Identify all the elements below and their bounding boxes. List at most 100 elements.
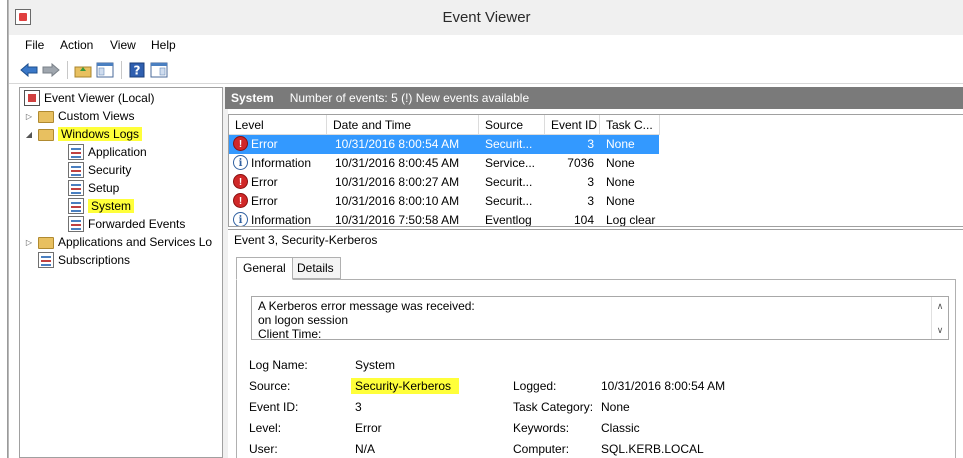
console-tree: Event Viewer (Local) ▷ Custom Views ◢ Wi… [19,87,223,458]
tree-item-forwarded-events[interactable]: Forwarded Events [68,215,185,233]
event-viewer-icon [24,90,40,106]
menu-action[interactable]: Action [60,38,93,52]
tab-details[interactable]: Details [290,257,341,279]
level-label: Level: [249,421,282,435]
general-tab-body: A Kerberos error message was received: o… [236,279,956,458]
error-icon: ! [233,136,248,151]
help-button[interactable]: ? [127,60,147,80]
column-header-task-category[interactable]: Task C... [600,115,660,135]
information-icon: i [233,212,248,226]
show-hide-tree-button[interactable] [95,60,115,80]
task-category-label: Task Category: [513,400,594,414]
message-line: on logon session [258,313,349,327]
event-level: Information [251,156,312,170]
message-line: A Kerberos error message was received: [258,299,475,313]
tree-item-windows-logs[interactable]: ◢ Windows Logs [24,125,143,143]
action-pane-button[interactable] [149,60,169,80]
event-datetime: 10/31/2016 8:00:54 AM [335,137,460,151]
keywords-label: Keywords: [513,421,570,435]
event-source: Securit... [485,194,533,208]
message-line: Client Time: [258,327,322,340]
tree-item-system[interactable]: System [68,197,135,215]
information-icon: i [233,155,248,170]
tree-item-security[interactable]: Security [68,161,131,179]
error-icon: ! [233,193,248,208]
tree-item-root[interactable]: Event Viewer (Local) [24,89,155,107]
tree-item-label: Setup [88,181,120,195]
column-header-event-id[interactable]: Event ID [545,115,600,135]
table-row[interactable]: i Information 10/31/2016 8:00:45 AM Serv… [229,154,659,173]
event-id-value: 3 [355,400,362,414]
event-id: 3 [587,137,594,151]
action-pane-icon [150,62,168,78]
tree-item-custom-views[interactable]: ▷ Custom Views [24,107,134,125]
logged-label: Logged: [513,379,557,393]
back-button[interactable] [19,60,39,80]
event-level: Error [251,194,278,208]
column-header-date-time[interactable]: Date and Time [327,115,479,135]
tree-item-apps-services[interactable]: ▷ Applications and Services Lo [24,233,212,251]
log-header: System Number of events: 5 (!) New event… [225,87,963,109]
up-folder-button[interactable] [73,60,93,80]
scroll-up-icon[interactable]: ∧ [932,298,948,314]
forward-button[interactable] [41,60,61,80]
folder-icon [38,129,54,141]
event-datetime: 10/31/2016 7:50:58 AM [335,213,460,227]
table-row[interactable]: ! Error 10/31/2016 8:00:10 AM Securit...… [229,192,659,211]
title-bar[interactable]: Event Viewer [9,0,963,35]
event-message-box[interactable]: A Kerberos error message was received: o… [251,296,949,340]
tree-item-application[interactable]: Application [68,143,147,161]
column-header-level[interactable]: Level [229,115,327,135]
forward-arrow-icon [42,63,60,77]
event-id: 3 [587,194,594,208]
task-category-value: None [601,400,630,414]
back-arrow-icon [20,63,38,77]
folder-icon [38,111,54,123]
menu-help[interactable]: Help [151,38,176,52]
tree-item-label: Applications and Services Lo [58,235,213,249]
error-icon: ! [233,174,248,189]
expand-arrow-icon[interactable]: ▷ [24,112,34,121]
event-id: 104 [573,213,594,227]
log-name: System [231,91,274,105]
table-row[interactable]: ! Error 10/31/2016 8:00:54 AM Securit...… [229,135,659,154]
toolbar: ? [9,56,963,84]
user-label: User: [249,442,278,456]
scroll-down-icon[interactable]: ∨ [932,322,948,338]
computer-label: Computer: [513,442,570,456]
log-icon [68,144,84,160]
keywords-value: Classic [601,421,640,435]
event-source: Securit... [485,137,533,151]
log-icon [68,216,84,232]
event-datetime: 10/31/2016 8:00:27 AM [335,175,460,189]
message-scrollbar[interactable]: ∧ ∨ [931,297,948,339]
level-value: Error [355,421,382,435]
tree-item-setup[interactable]: Setup [68,179,119,197]
collapse-arrow-icon[interactable]: ◢ [24,130,34,139]
tree-item-label: Security [88,163,132,177]
console-tree-icon [96,62,114,78]
table-row[interactable]: ! Error 10/31/2016 8:00:27 AM Securit...… [229,173,659,192]
event-detail-pane: General Details A Kerberos error message… [228,249,963,458]
menu-view[interactable]: View [110,38,136,52]
tree-item-label: System [88,199,135,213]
event-source: Securit... [485,175,533,189]
event-list: Level Date and Time Source Event ID Task… [228,114,963,227]
help-icon: ? [129,62,145,78]
tab-general[interactable]: General [236,257,293,280]
column-header-source[interactable]: Source [479,115,545,135]
toolbar-separator [67,61,68,79]
event-id-label: Event ID: [249,400,299,414]
source-label: Source: [249,379,291,393]
background-window-edge [0,0,8,458]
source-value: Security-Kerberos [351,378,460,394]
event-id: 3 [587,175,594,189]
tree-item-subscriptions[interactable]: Subscriptions [38,251,130,269]
event-detail-title: Event 3, Security-Kerberos [228,229,963,249]
expand-arrow-icon[interactable]: ▷ [24,238,34,247]
tree-item-label: Subscriptions [58,253,131,267]
table-row[interactable]: i Information 10/31/2016 7:50:58 AM Even… [229,211,659,227]
event-count: Number of events: 5 (!) New events avail… [289,91,530,105]
menu-file[interactable]: File [25,38,44,52]
folder-icon [38,237,54,249]
